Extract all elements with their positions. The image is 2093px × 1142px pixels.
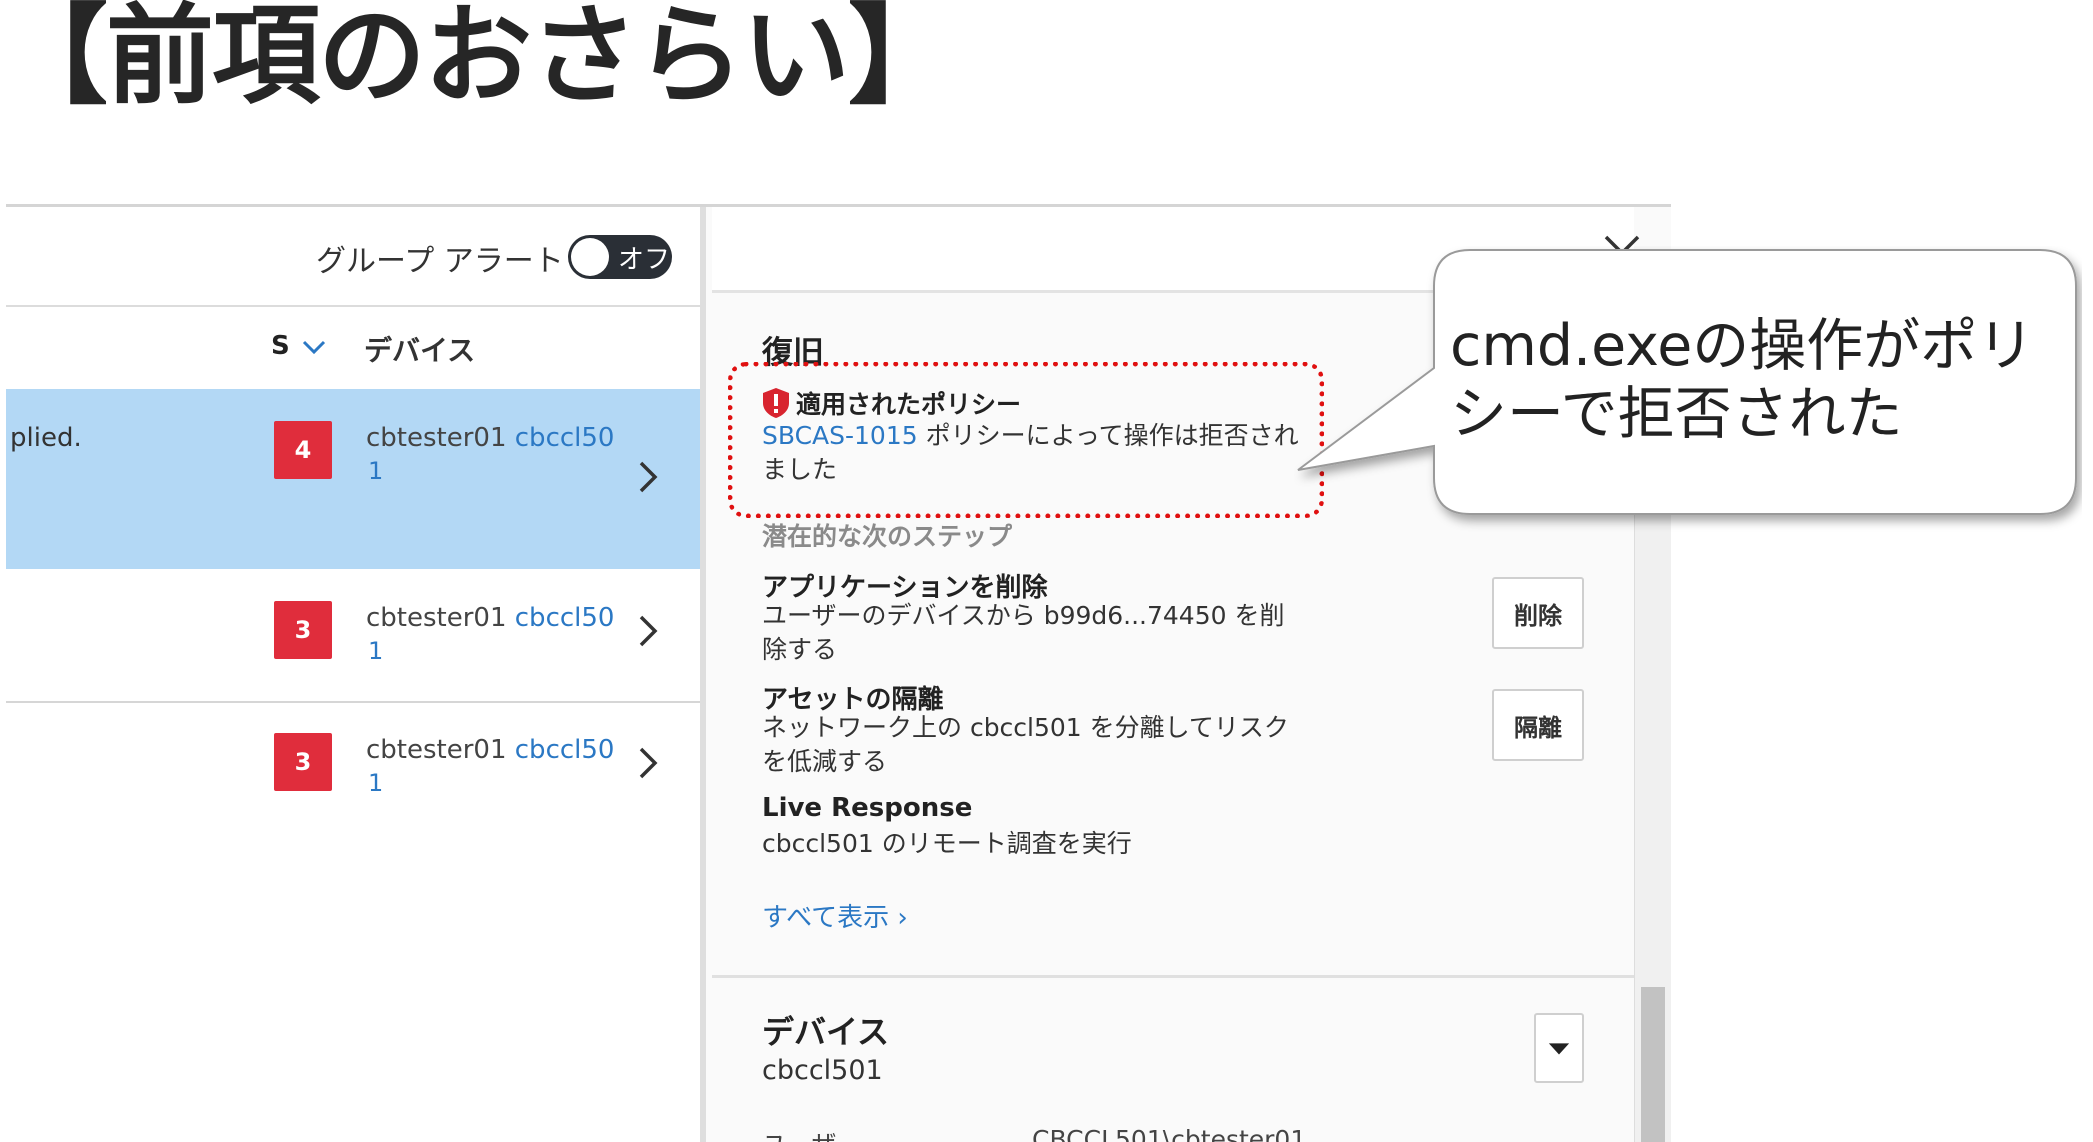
scrollbar-thumb[interactable] xyxy=(1641,987,1665,1142)
group-alert-label: グループ アラート xyxy=(316,244,564,279)
chevron-right-icon[interactable] xyxy=(636,613,660,649)
action-description: ネットワーク上の cbccl501 を分離してリスクを低減する xyxy=(762,713,1289,776)
table-header: S デバイス xyxy=(6,309,700,389)
alert-row[interactable]: 3 cbtester01 cbccl50 1 xyxy=(6,569,700,703)
action-title: Live Response xyxy=(762,793,973,823)
quarantine-button[interactable]: 隔離 xyxy=(1492,689,1584,761)
severity-badge: 3 xyxy=(274,733,332,791)
next-steps-title: 潜在的な次のステップ xyxy=(762,522,1013,551)
highlight-annotation xyxy=(728,362,1324,518)
device-host-link[interactable]: cbccl50 xyxy=(515,423,615,453)
section-divider xyxy=(712,975,1634,978)
chevron-right-icon[interactable] xyxy=(636,459,660,495)
device-host-link-cont[interactable]: 1 xyxy=(368,637,383,665)
device-host-link-cont[interactable]: 1 xyxy=(368,769,383,797)
device-host-link-cont[interactable]: 1 xyxy=(368,457,383,485)
device-user: cbtester01 cbccl50 xyxy=(366,735,614,765)
callout-text: cmd.exeの操作がポリシーで拒否された xyxy=(1450,313,2035,447)
device-section-title: デバイス xyxy=(762,1013,890,1051)
action-description: cbccl501 のリモート調査を実行 xyxy=(762,829,1132,858)
group-alert-toggle[interactable]: オフ xyxy=(568,235,672,279)
alert-row[interactable]: plied. 4 cbtester01 cbccl50 1 xyxy=(6,389,700,569)
action-description: ユーザーのデバイスから b99d6...74450 を削除する xyxy=(762,601,1285,664)
device-column-header[interactable]: デバイス xyxy=(364,329,475,369)
alert-row[interactable]: 3 cbtester01 cbccl50 1 xyxy=(6,703,700,837)
caret-down-icon xyxy=(1548,1043,1570,1055)
toggle-knob xyxy=(571,238,609,276)
user-field-value: CBCCL501\cbtester01 xyxy=(1032,1125,1307,1142)
severity-column-header[interactable]: S xyxy=(271,331,290,361)
device-user: cbtester01 cbccl50 xyxy=(366,423,614,453)
alerts-toolbar: グループ アラート オフ xyxy=(6,207,700,307)
device-host-link[interactable]: cbccl50 xyxy=(515,735,615,765)
slide-title: 【前項のおさらい】 xyxy=(0,0,956,119)
device-user: cbtester01 cbccl50 xyxy=(366,603,614,633)
device-host-name: cbccl501 xyxy=(762,1055,883,1086)
severity-badge: 4 xyxy=(274,421,332,479)
chevron-right-icon[interactable] xyxy=(636,745,660,781)
alert-description: plied. xyxy=(10,423,82,453)
user-field-label: ユーザー xyxy=(762,1125,862,1142)
delete-application-button[interactable]: 削除 xyxy=(1492,577,1584,649)
show-all-link[interactable]: すべて表示 › xyxy=(762,897,908,934)
alerts-list-pane: グループ アラート オフ S デバイス plied. 4 cbtester01 … xyxy=(6,207,706,1142)
toggle-state-label: オフ xyxy=(618,245,671,275)
severity-badge: 3 xyxy=(274,601,332,659)
device-expand-button[interactable] xyxy=(1534,1013,1584,1083)
sort-down-icon[interactable] xyxy=(302,339,326,355)
user-name: cbtester01 xyxy=(366,735,507,765)
device-host-link[interactable]: cbccl50 xyxy=(515,603,615,633)
user-name: cbtester01 xyxy=(366,603,507,633)
user-name: cbtester01 xyxy=(366,423,507,453)
